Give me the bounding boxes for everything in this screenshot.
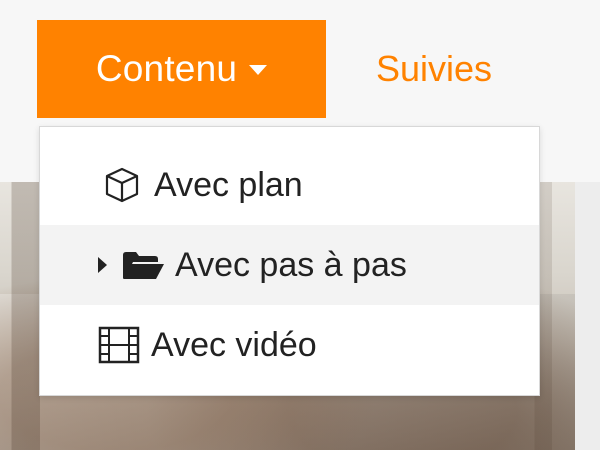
menu-item-label: Avec vidéo	[151, 325, 317, 364]
menu-item-avec-plan[interactable]: Avec plan	[40, 145, 539, 225]
menu-item-avec-video[interactable]: Avec vidéo	[40, 305, 539, 385]
submenu-caret-icon	[98, 257, 107, 273]
right-edge-panel	[575, 182, 600, 450]
top-navigation: Contenu Suivies	[0, 0, 600, 118]
chevron-down-icon	[249, 65, 268, 75]
page: Contenu Suivies Avec plan Avec pas à pas…	[0, 0, 600, 450]
followed-link[interactable]: Suivies	[376, 46, 492, 92]
menu-item-avec-pas-a-pas[interactable]: Avec pas à pas	[40, 225, 539, 305]
cube-icon	[100, 163, 144, 207]
content-dropdown-menu: Avec plan Avec pas à pas Avec vidéo	[39, 126, 540, 396]
folder-open-icon	[121, 243, 165, 287]
content-menu-label: Contenu	[95, 48, 238, 89]
menu-item-label: Avec plan	[154, 165, 303, 204]
film-icon	[97, 323, 141, 367]
menu-item-label: Avec pas à pas	[175, 245, 407, 284]
content-menu-button[interactable]: Contenu	[37, 20, 326, 118]
